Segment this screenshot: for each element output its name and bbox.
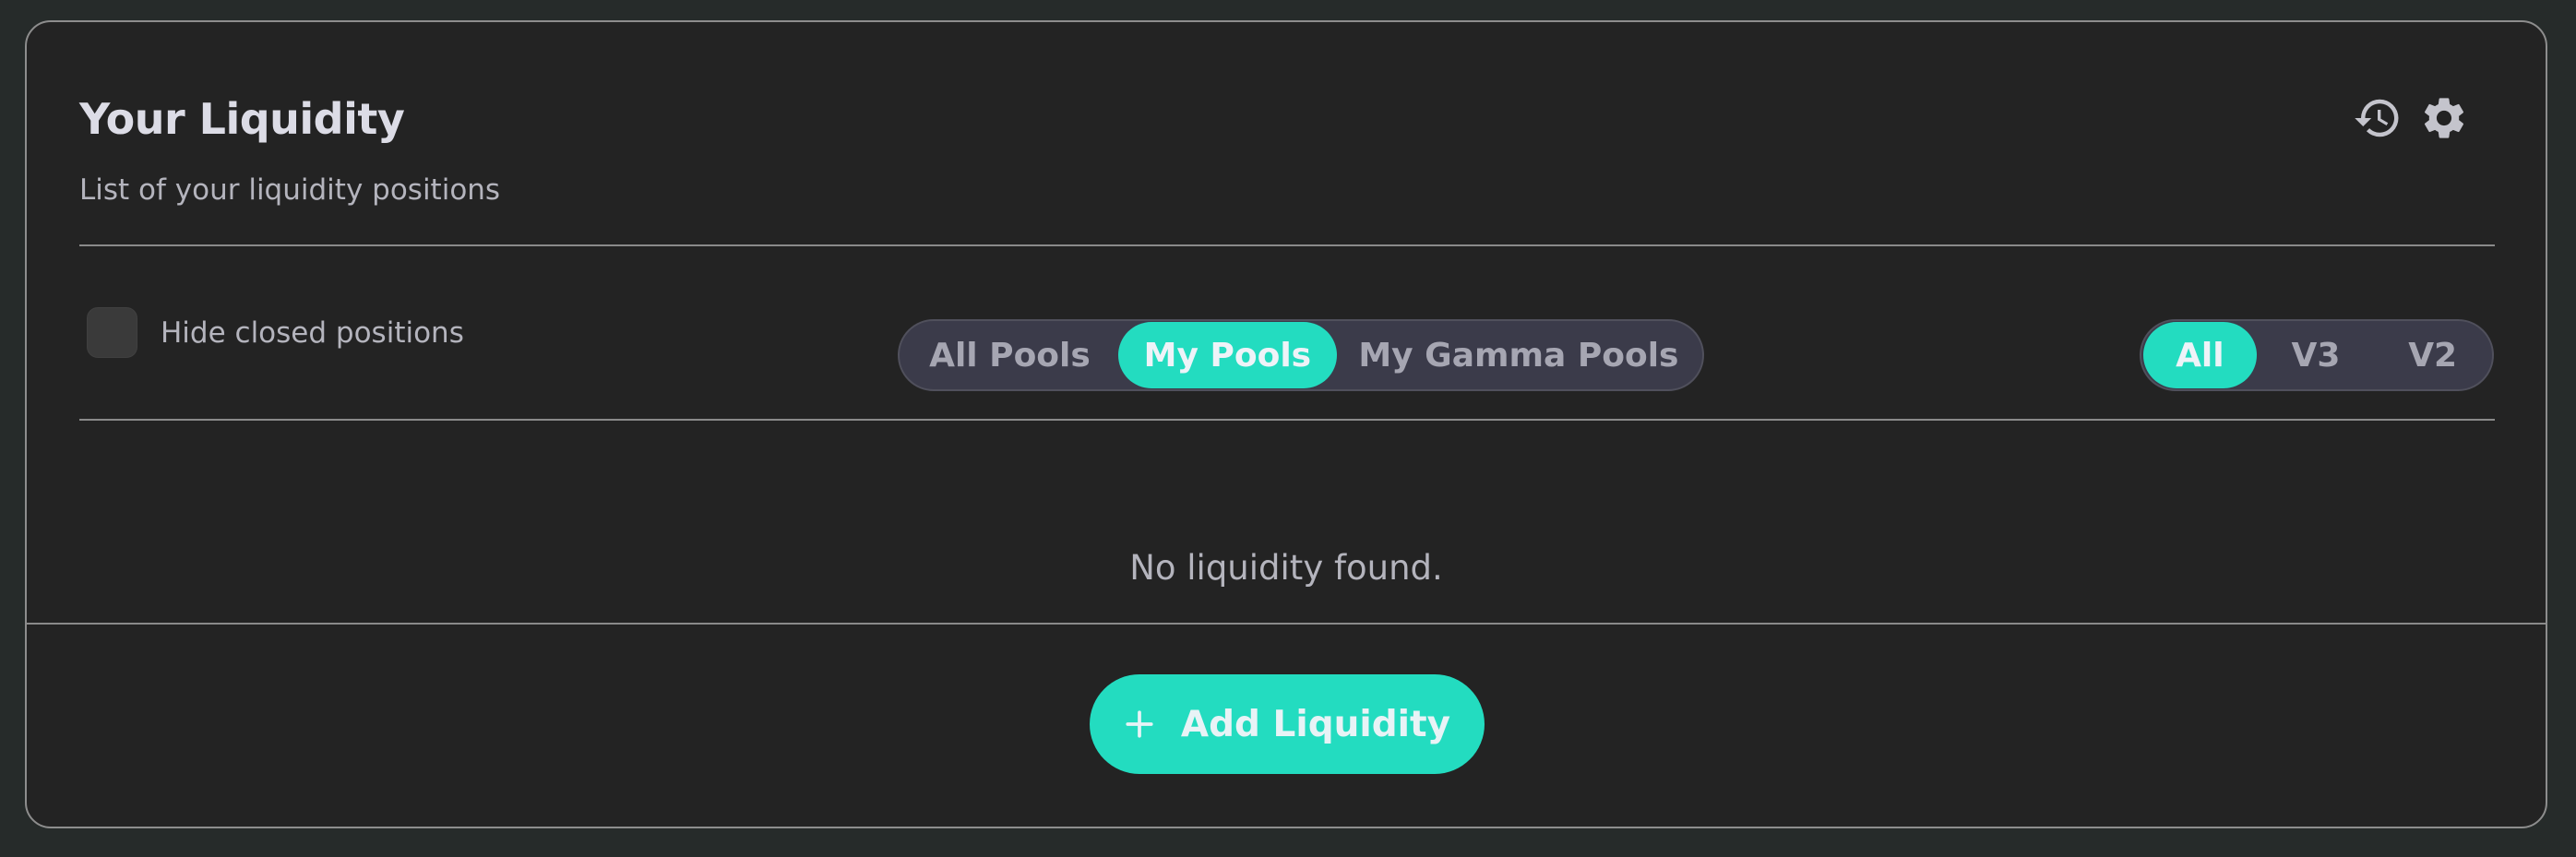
liquidity-card: Your Liquidity List of your liquidity po…	[25, 20, 2547, 828]
pool-filter-tabs: All Pools My Pools My Gamma Pools	[898, 319, 1704, 391]
tab-version-v3[interactable]: V3	[2257, 322, 2376, 388]
empty-state-message: No liquidity found.	[1129, 548, 1443, 588]
history-icon	[2355, 99, 2399, 137]
hide-closed-label: Hide closed positions	[161, 315, 464, 350]
tab-my-gamma-pools[interactable]: My Gamma Pools	[1337, 322, 1700, 388]
plus-icon	[1126, 710, 1153, 738]
gear-icon	[2424, 98, 2464, 138]
tab-my-pools[interactable]: My Pools	[1117, 322, 1337, 388]
hide-closed-checkbox[interactable]	[87, 307, 137, 358]
version-filter-tabs: All V3 V2	[2140, 319, 2494, 391]
page-title: Your Liquidity	[79, 94, 405, 144]
page-subtitle: List of your liquidity positions	[79, 173, 501, 207]
tab-version-all[interactable]: All	[2143, 322, 2257, 388]
settings-button[interactable]	[2416, 90, 2472, 146]
history-button[interactable]	[2350, 90, 2405, 146]
filters-divider	[79, 419, 2495, 421]
tab-all-pools[interactable]: All Pools	[901, 322, 1118, 388]
header-divider	[79, 244, 2495, 246]
add-liquidity-button[interactable]: Add Liquidity	[1090, 674, 1485, 774]
tab-version-v2[interactable]: V2	[2375, 322, 2490, 388]
hide-closed-toggle[interactable]: Hide closed positions	[87, 307, 464, 358]
footer-divider	[27, 623, 2546, 625]
add-liquidity-label: Add Liquidity	[1180, 703, 1451, 745]
